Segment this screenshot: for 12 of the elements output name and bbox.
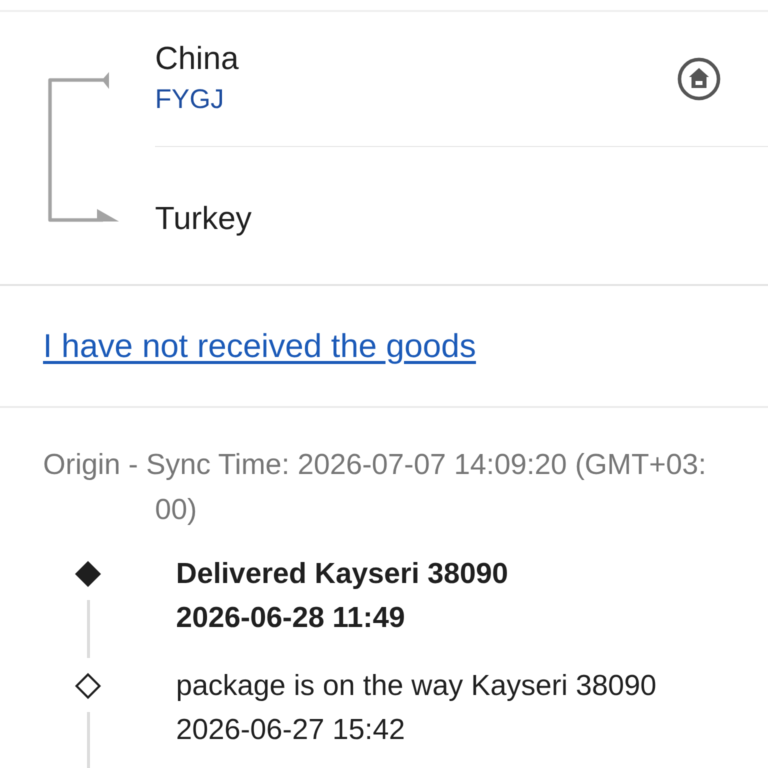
sync-time-text: Origin - Sync Time: 2026-07-07 14:09:20 (GMT+03:00): [43, 448, 708, 528]
origin-country: China: [155, 39, 239, 77]
event-status: package is on the way Kayseri 38090: [176, 669, 656, 704]
event-time: 2026-06-28 11:49: [176, 601, 405, 636]
event-status: Delivered Kayseri 38090: [176, 557, 508, 592]
destination-country: Turkey: [155, 198, 252, 236]
event-time: 2026-06-27 15:42: [176, 713, 405, 748]
timeline-connector: [86, 600, 90, 658]
timeline-connector: [86, 712, 90, 768]
home-icon[interactable]: [677, 57, 721, 101]
carrier-code: FYGJ: [155, 83, 224, 116]
not-received-link[interactable]: I have not received the goods: [43, 327, 476, 365]
